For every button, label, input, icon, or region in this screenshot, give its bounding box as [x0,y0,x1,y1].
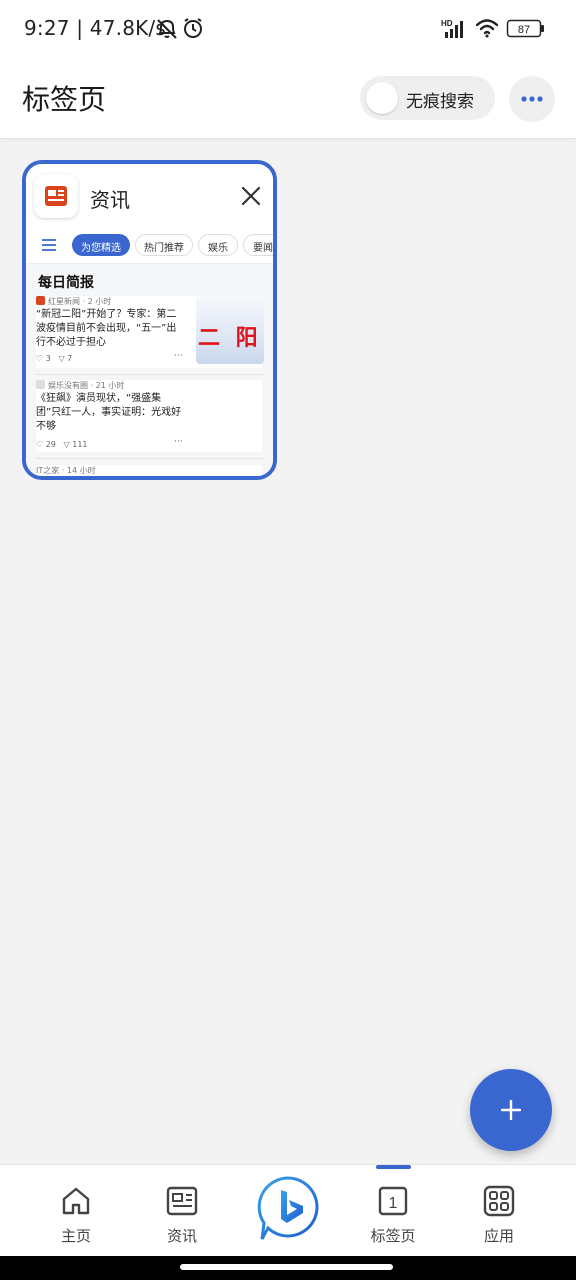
comment-icon: ▽ [63,440,70,449]
bell-off-icon [157,19,177,39]
nav-tabs-label: 标签页 [370,1227,416,1245]
close-tab-icon[interactable] [239,184,263,208]
news-source: 娱乐没有圈 · 21 小时 [36,380,124,391]
like-icon: ♡ [36,440,44,449]
news-item: 娱乐没有圈 · 21 小时 《狂飙》演员现状，“强盛集团”只红一人，事实证明：光… [36,380,262,452]
home-indicator[interactable] [180,1264,393,1270]
newspaper-icon [45,186,67,206]
bing-chat-icon [257,1176,319,1240]
status-bar: 9:27 | 47.8K/s HD 87 [0,0,576,58]
news-item: 红星新闻 · 2 小时 “新冠二阳”开始了？专家：第二波疫情目前不会出现，“五一… [36,296,264,368]
battery-icon: 87 [506,19,544,38]
signal-icon: HD [441,19,463,38]
menu-icon [42,239,56,251]
chip-headlines: 要闻 [243,234,273,256]
news-source: 红星新闻 · 2 小时 [36,296,111,307]
status-icons: HD 87 [157,18,544,39]
thumbnail-text: 二 阳 [198,326,262,351]
nav-home-label: 主页 [60,1227,91,1245]
source-logo-icon [36,380,45,389]
divider [36,458,264,459]
nav-apps-label: 应用 [483,1227,514,1245]
toggle-knob [366,82,398,114]
news-headline: “新冠二阳”开始了？专家：第二波疫情目前不会出现，“五一”出行不必过于担心 [36,309,177,348]
private-search-toggle[interactable]: 无痕搜索 [360,76,495,120]
news-item: IT之家 · 14 小时 [36,465,262,476]
more-dots-icon: ··· [174,437,183,447]
new-tab-button[interactable] [470,1069,552,1151]
svg-text:87: 87 [518,24,530,36]
news-headline: 《狂飙》演员现状，“强盛集团”只红一人，事实证明：光戏好不够 [36,393,182,432]
apps-grid-icon [483,1185,515,1217]
source-logo-icon [36,296,45,305]
nav-news-label: 资讯 [166,1227,197,1245]
preview-chip-bar: 为您精选 热门推荐 娱乐 要闻 [26,226,273,264]
newspaper-icon [166,1186,198,1216]
svg-text:1: 1 [389,1195,398,1212]
wifi-icon [475,19,499,38]
nav-news[interactable]: 资讯 [137,1165,227,1257]
tab-card-header: 资讯 [26,164,273,226]
divider [36,374,264,375]
app-header: 标签页 无痕搜索 [0,58,576,139]
nav-apps[interactable]: 应用 [454,1165,544,1257]
bottom-nav: 主页 资讯 1 标签页 应用 [0,1164,576,1256]
alarm-icon [184,18,202,38]
system-gesture-bar [0,1256,576,1280]
nav-home[interactable]: 主页 [31,1165,121,1257]
plus-icon [501,1100,521,1120]
news-source: IT之家 · 14 小时 [36,466,96,475]
tabs-icon: 1 [378,1186,408,1216]
news-meta: ♡ 29 ▽ 111 [36,440,88,449]
news-meta: ♡ 3 ▽ 7 [36,354,73,363]
svg-text:HD: HD [441,19,453,28]
bing-chat-button[interactable] [256,1175,320,1245]
chip-trending: 热门推荐 [135,234,193,256]
more-dots-icon [521,96,543,102]
page-title: 标签页 [22,83,107,116]
chip-featured: 为您精选 [72,234,130,256]
more-button[interactable] [509,76,555,122]
news-app-icon [34,174,78,218]
like-icon: ♡ [36,354,44,363]
home-icon [62,1187,90,1215]
nav-tabs[interactable]: 1 标签页 [348,1165,438,1257]
tab-preview: 为您精选 热门推荐 娱乐 要闻 每日简报 红星新闻 · 2 小时 “新冠二阳”开… [26,226,273,476]
tab-title: 资讯 [90,188,130,212]
comment-icon: ▽ [58,354,65,363]
chip-entertainment: 娱乐 [198,234,238,256]
more-dots-icon: ··· [174,351,183,361]
tab-card[interactable]: 资讯 为您精选 热门推荐 娱乐 要闻 每日简报 红星新闻 · 2 小时 “新冠二… [22,160,277,480]
private-search-label: 无痕搜索 [406,92,474,112]
news-thumbnail: 二 阳 [196,296,264,364]
daily-brief-title: 每日简报 [38,275,94,291]
